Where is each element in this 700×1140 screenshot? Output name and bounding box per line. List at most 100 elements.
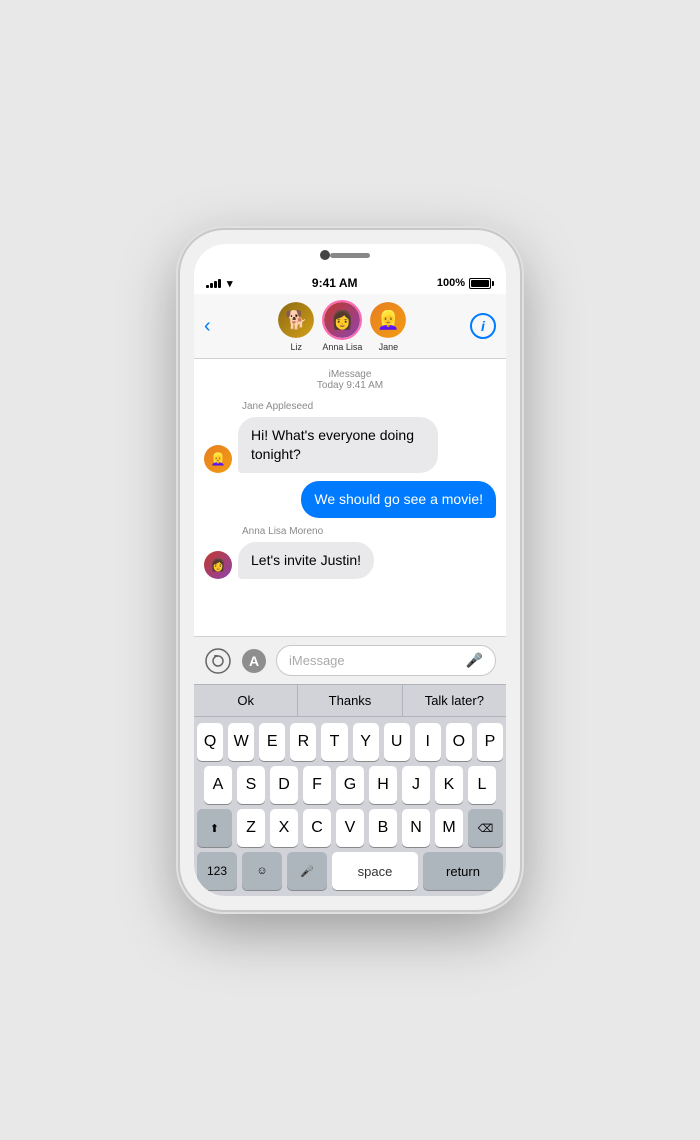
key-m[interactable]: M (435, 809, 463, 847)
message-row-3: 👩 Let's invite Justin! (204, 542, 496, 579)
avatar-anna: 👩 (322, 300, 362, 340)
msg-avatar-anna: 👩 (204, 551, 232, 579)
messages-area: iMessage Today 9:41 AM Jane Appleseed 👱‍… (194, 359, 506, 636)
mic-keyboard-key[interactable]: 🎤 (287, 852, 327, 890)
avatar-jane-name: Jane (379, 342, 399, 352)
speaker-grille (330, 253, 370, 258)
return-key[interactable]: return (423, 852, 503, 890)
emoji-key[interactable]: ☺ (242, 852, 282, 890)
key-c[interactable]: C (303, 809, 331, 847)
msg-avatar-jane: 👱‍♀️ (204, 445, 232, 473)
input-placeholder: iMessage (289, 653, 345, 668)
status-right: 100% (437, 277, 494, 289)
numbers-key[interactable]: 123 (197, 852, 237, 890)
phone-device: ▾ 9:41 AM 100% ‹ 🐕 (180, 230, 520, 910)
sender-anna: Anna Lisa Moreno (242, 526, 496, 537)
back-button[interactable]: ‹ (204, 315, 211, 338)
phone-screen: ▾ 9:41 AM 100% ‹ 🐕 (194, 244, 506, 896)
avatar-liz-inner: 🐕 (278, 302, 314, 338)
avatar-liz-name: Liz (291, 342, 303, 352)
avatar-jane: 👱‍♀️ (368, 300, 408, 340)
status-time: 9:41 AM (312, 276, 358, 290)
key-x[interactable]: X (270, 809, 298, 847)
message-row-2: We should go see a movie! (204, 481, 496, 518)
battery-tip (492, 281, 494, 286)
info-button[interactable]: i (470, 313, 496, 339)
nav-avatar-anna[interactable]: 👩 Anna Lisa (322, 300, 362, 352)
status-left: ▾ (206, 277, 233, 290)
mic-input-icon: 🎤 (466, 652, 483, 669)
nav-avatar-jane[interactable]: 👱‍♀️ Jane (368, 300, 408, 352)
pred-ok[interactable]: Ok (194, 685, 298, 716)
avatar-anna-inner: 👩 (324, 302, 360, 338)
key-n[interactable]: N (402, 809, 430, 847)
predictive-bar: Ok Thanks Talk later? (194, 684, 506, 717)
key-b[interactable]: B (369, 809, 397, 847)
avatar-jane-inner: 👱‍♀️ (370, 302, 406, 338)
battery-body (469, 278, 491, 289)
bar3 (214, 281, 217, 288)
message-input[interactable]: iMessage 🎤 (276, 645, 496, 676)
camera-icon (205, 648, 231, 674)
bubble-1: Hi! What's everyone doing tonight? (238, 417, 438, 473)
sender-jane: Jane Appleseed (242, 401, 496, 412)
battery-percent: 100% (437, 277, 465, 289)
key-l[interactable]: L (468, 766, 496, 804)
msg-avatar-jane-inner: 👱‍♀️ (204, 445, 232, 473)
battery-icon (469, 278, 494, 289)
nav-avatar-liz[interactable]: 🐕 Liz (276, 300, 316, 352)
key-e[interactable]: E (259, 723, 285, 761)
keyboard-row-3: ⬆ Z X C V B N M ⌫ (197, 809, 503, 847)
bubble-2: We should go see a movie! (301, 481, 496, 518)
key-i[interactable]: I (415, 723, 441, 761)
message-row-1: 👱‍♀️ Hi! What's everyone doing tonight? (204, 417, 496, 473)
battery-fill (471, 280, 489, 287)
shift-key[interactable]: ⬆ (197, 809, 232, 847)
key-u[interactable]: U (384, 723, 410, 761)
avatar-liz: 🐕 (276, 300, 316, 340)
keyboard: Q W E R T Y U I O P A S D F G H J K (194, 717, 506, 896)
keyboard-row-1: Q W E R T Y U I O P (197, 723, 503, 761)
appstore-button[interactable]: A (240, 647, 268, 675)
key-o[interactable]: O (446, 723, 472, 761)
key-d[interactable]: D (270, 766, 298, 804)
key-h[interactable]: H (369, 766, 397, 804)
msg-avatar-anna-inner: 👩 (204, 551, 232, 579)
key-k[interactable]: K (435, 766, 463, 804)
bar2 (210, 283, 213, 288)
bar1 (206, 285, 209, 288)
pred-thanks[interactable]: Thanks (298, 685, 402, 716)
nav-bar: ‹ 🐕 Liz 👩 Anna Lisa 👱‍♀️ (194, 294, 506, 359)
bubble-3: Let's invite Justin! (238, 542, 374, 579)
space-key[interactable]: space (332, 852, 418, 890)
key-r[interactable]: R (290, 723, 316, 761)
key-j[interactable]: J (402, 766, 430, 804)
key-s[interactable]: S (237, 766, 265, 804)
keyboard-row-2: A S D F G H J K L (197, 766, 503, 804)
wifi-icon: ▾ (227, 277, 233, 290)
signal-bars-icon (206, 278, 221, 288)
key-z[interactable]: Z (237, 809, 265, 847)
key-g[interactable]: G (336, 766, 364, 804)
key-w[interactable]: W (228, 723, 254, 761)
keyboard-row-bottom: 123 ☺ 🎤 space return (197, 852, 503, 890)
key-y[interactable]: Y (353, 723, 379, 761)
avatar-anna-name: Anna Lisa (322, 342, 362, 352)
key-f[interactable]: F (303, 766, 331, 804)
bar4 (218, 279, 221, 288)
key-p[interactable]: P (477, 723, 503, 761)
key-q[interactable]: Q (197, 723, 223, 761)
key-t[interactable]: T (321, 723, 347, 761)
appstore-icon: A (241, 648, 267, 674)
key-a[interactable]: A (204, 766, 232, 804)
camera-button[interactable] (204, 647, 232, 675)
delete-key[interactable]: ⌫ (468, 809, 503, 847)
input-area: A iMessage 🎤 (194, 636, 506, 684)
key-v[interactable]: V (336, 809, 364, 847)
status-bar: ▾ 9:41 AM 100% (194, 272, 506, 294)
front-camera-icon (320, 250, 330, 260)
pred-talk-later[interactable]: Talk later? (403, 685, 506, 716)
notch-area (194, 244, 506, 272)
nav-avatars: 🐕 Liz 👩 Anna Lisa 👱‍♀️ Jane (219, 300, 466, 352)
message-timestamp: iMessage Today 9:41 AM (204, 369, 496, 391)
